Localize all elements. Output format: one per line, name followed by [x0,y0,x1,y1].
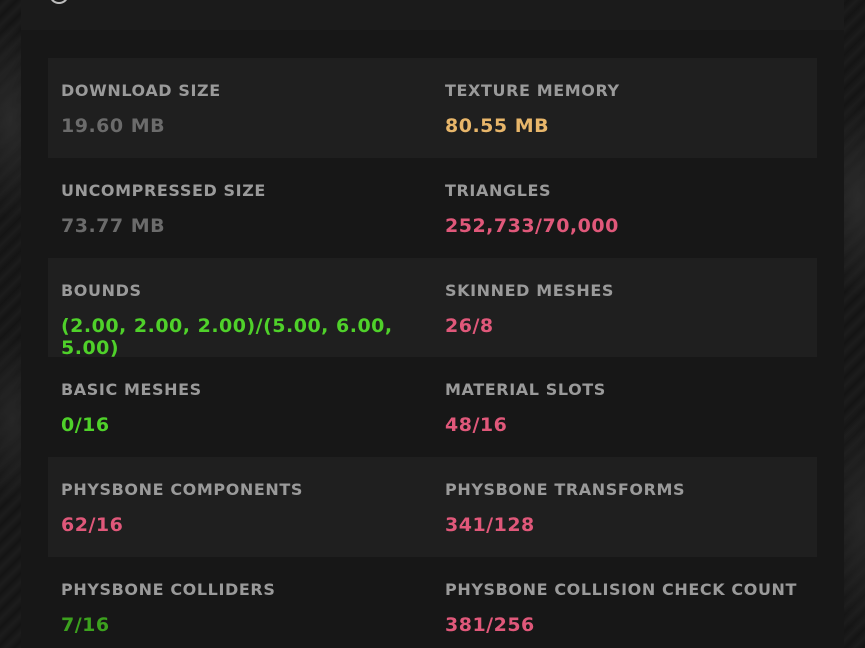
stat-physbone-transforms: PHYSBONE TRANSFORMS 341/128 [432,457,816,557]
stat-physbone-components: PHYSBONE COMPONENTS 62/16 [48,457,432,557]
stats-row: PHYSBONE COMPONENTS 62/16 PHYSBONE TRANS… [48,457,817,557]
stat-label: DOWNLOAD SIZE [61,81,221,100]
stat-label: TEXTURE MEMORY [445,81,620,100]
info-icon[interactable] [49,0,69,4]
stat-skinned-meshes: SKINNED MESHES 26/8 [432,258,816,358]
stats-grid: DOWNLOAD SIZE 19.60 MB TEXTURE MEMORY 80… [48,58,817,648]
stat-material-slots: MATERIAL SLOTS 48/16 [432,357,816,457]
stats-row: BASIC MESHES 0/16 MATERIAL SLOTS 48/16 [48,357,817,457]
stat-value: 7/16 [61,613,110,636]
stat-label: BASIC MESHES [61,380,202,400]
stat-basic-meshes: BASIC MESHES 0/16 [48,357,432,457]
stat-bounds: BOUNDS (2.00, 2.00, 2.00)/(5.00, 6.00, 5… [48,258,432,359]
stat-label: PHYSBONE TRANSFORMS [445,480,686,500]
stats-row: DOWNLOAD SIZE 19.60 MB TEXTURE MEMORY 80… [48,58,817,158]
stat-value: (2.00, 2.00, 2.00)/(5.00, 6.00, 5.00) [61,314,393,359]
stats-row: PHYSBONE COLLIDERS 7/16 PHYSBONE COLLISI… [48,557,817,648]
stat-triangles: TRIANGLES 252,733/70,000 [432,158,816,258]
stat-value: 341/128 [445,514,535,537]
performance-stats-panel: DOWNLOAD SIZE 19.60 MB TEXTURE MEMORY 80… [21,0,844,648]
stat-label: PHYSBONE COLLISION CHECK COUNT [445,579,798,599]
stat-download-size: DOWNLOAD SIZE 19.60 MB [48,58,432,158]
stat-label: SKINNED MESHES [445,280,615,300]
stat-value: 73.77 MB [61,214,166,237]
stat-label: UNCOMPRESSED SIZE [61,180,266,200]
stat-value: 62/16 [61,514,124,537]
stat-uncompressed-size: UNCOMPRESSED SIZE 73.77 MB [48,158,432,258]
stat-physbone-colliders: PHYSBONE COLLIDERS 7/16 [48,557,432,648]
panel-header [21,0,844,30]
stat-value: 19.60 MB [61,115,166,137]
stat-value: 0/16 [61,414,110,437]
stat-value: 381/256 [445,613,535,636]
stat-value: 26/8 [445,314,494,337]
stat-label: MATERIAL SLOTS [445,380,606,400]
stat-label: BOUNDS [61,280,142,300]
stat-label: PHYSBONE COLLIDERS [61,579,276,599]
stats-row: UNCOMPRESSED SIZE 73.77 MB TRIANGLES 252… [48,158,817,258]
stat-value: 252,733/70,000 [445,214,619,237]
stat-texture-memory: TEXTURE MEMORY 80.55 MB [432,58,816,158]
stat-label: PHYSBONE COMPONENTS [61,480,304,500]
stat-label: TRIANGLES [445,180,552,200]
stat-value: 48/16 [445,414,508,437]
stat-value: 80.55 MB [445,115,550,137]
stat-physbone-collision-check-count: PHYSBONE COLLISION CHECK COUNT 381/256 [432,557,816,648]
stats-row: BOUNDS (2.00, 2.00, 2.00)/(5.00, 6.00, 5… [48,257,817,359]
